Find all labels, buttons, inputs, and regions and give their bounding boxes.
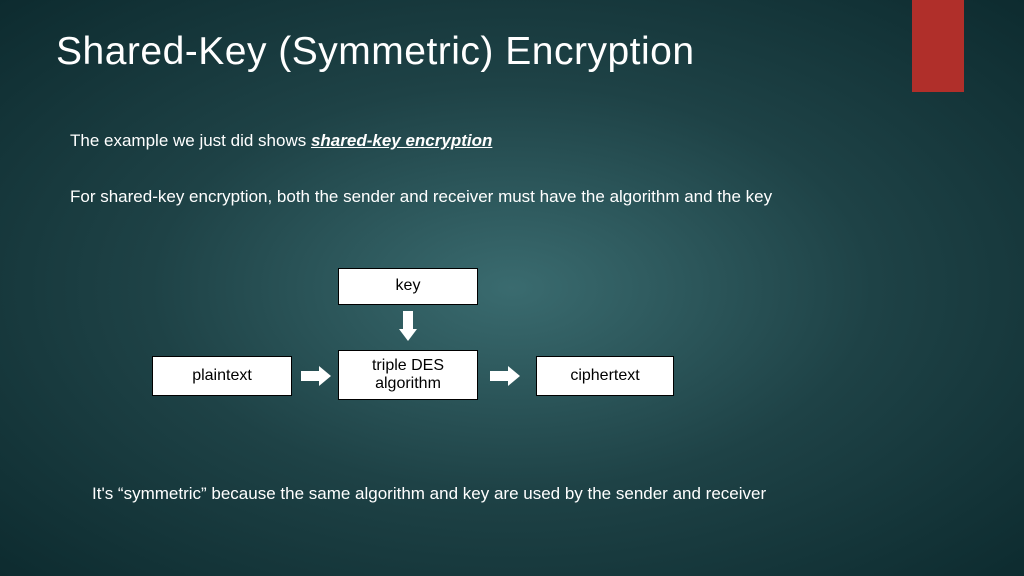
encryption-diagram: key plaintext triple DES algorithm ciphe…	[0, 268, 1024, 448]
body-text: For shared-key encryption, both the send…	[70, 185, 790, 210]
slide-title: Shared-Key (Symmetric) Encryption	[56, 30, 695, 74]
arrow-down-icon	[399, 311, 417, 343]
box-algorithm: triple DES algorithm	[338, 350, 478, 400]
intro-line: The example we just did shows shared-key…	[70, 131, 492, 151]
intro-emphasis: shared-key encryption	[311, 131, 492, 150]
box-ciphertext: ciphertext	[536, 356, 674, 396]
footer-text: It's “symmetric” because the same algori…	[92, 484, 766, 504]
box-key: key	[338, 268, 478, 305]
arrow-right-icon	[490, 366, 522, 386]
box-plaintext: plaintext	[152, 356, 292, 396]
arrow-right-icon	[301, 366, 333, 386]
accent-banner	[912, 0, 964, 92]
intro-prefix: The example we just did shows	[70, 131, 311, 150]
